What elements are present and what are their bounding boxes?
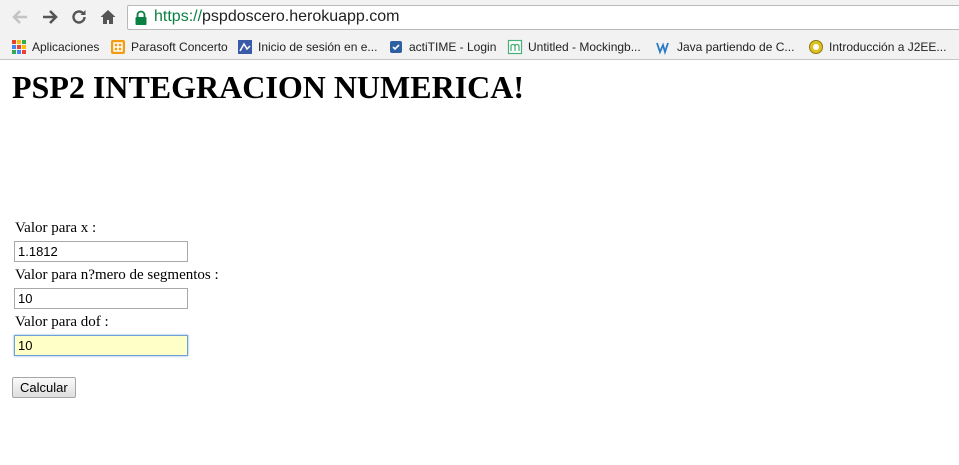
x-value-label: Valor para x : xyxy=(15,220,97,236)
back-arrow-icon xyxy=(12,10,27,24)
reload-icon xyxy=(72,10,86,24)
forward-button[interactable] xyxy=(39,6,61,28)
bookmark-label: Inicio de sesión en e... xyxy=(258,40,378,54)
bookmark-aplicaciones[interactable]: Aplicaciones xyxy=(11,37,99,57)
bookmark-label: Java partiendo de C... xyxy=(677,40,795,54)
parasoft-icon xyxy=(111,40,125,54)
mockingbird-icon xyxy=(507,39,523,55)
bookmark-java[interactable]: Java partiendo de C... xyxy=(656,37,794,57)
dof-input[interactable] xyxy=(14,335,188,356)
actitime-icon xyxy=(390,41,402,53)
lock-icon xyxy=(135,10,147,25)
page-title: PSP2 INTEGRACION NUMERICA! xyxy=(12,69,525,105)
bookmarks-bar: Aplicaciones Parasoft Concerto Inicio de… xyxy=(0,34,959,60)
url-host: pspdoscero.herokuapp.com xyxy=(202,8,400,25)
bookmark-inicio-sesion[interactable]: Inicio de sesión en e... xyxy=(237,37,377,57)
bookmark-label: Introducción a J2EE... xyxy=(829,40,947,54)
home-icon xyxy=(100,10,116,24)
bookmark-label: Untitled - Mockingb... xyxy=(528,40,641,54)
bookmark-parasoft-concerto[interactable]: Parasoft Concerto xyxy=(110,37,228,57)
forward-arrow-icon xyxy=(43,10,58,24)
bookmark-label: Parasoft Concerto xyxy=(131,40,228,54)
reload-button[interactable] xyxy=(68,6,90,28)
url-text: https://pspdoscero.herokuapp.com xyxy=(154,8,399,26)
bookmark-mockingbird[interactable]: Untitled - Mockingb... xyxy=(507,37,641,57)
segments-input[interactable] xyxy=(14,288,188,309)
segments-label: Valor para n?mero de segmentos : xyxy=(15,267,219,283)
home-button[interactable] xyxy=(97,6,119,28)
wordpress-icon xyxy=(656,42,669,55)
apps-grid-icon xyxy=(12,40,26,54)
j2ee-icon xyxy=(809,40,823,54)
browser-toolbar: https://pspdoscero.herokuapp.com xyxy=(0,0,959,34)
calcular-button[interactable]: Calcular xyxy=(12,377,76,398)
address-bar[interactable]: https://pspdoscero.herokuapp.com xyxy=(127,5,959,30)
bookmark-label: actiTIME - Login xyxy=(409,40,497,54)
back-button[interactable] xyxy=(9,6,31,28)
login-page-icon xyxy=(238,40,252,54)
bookmark-label: Aplicaciones xyxy=(32,40,100,54)
bookmark-actitime[interactable]: actiTIME - Login xyxy=(388,37,496,57)
dof-label: Valor para dof : xyxy=(15,314,109,330)
bookmark-j2ee[interactable]: Introducción a J2EE... xyxy=(808,37,946,57)
x-value-input[interactable] xyxy=(14,241,188,262)
url-scheme: https:// xyxy=(154,8,203,25)
